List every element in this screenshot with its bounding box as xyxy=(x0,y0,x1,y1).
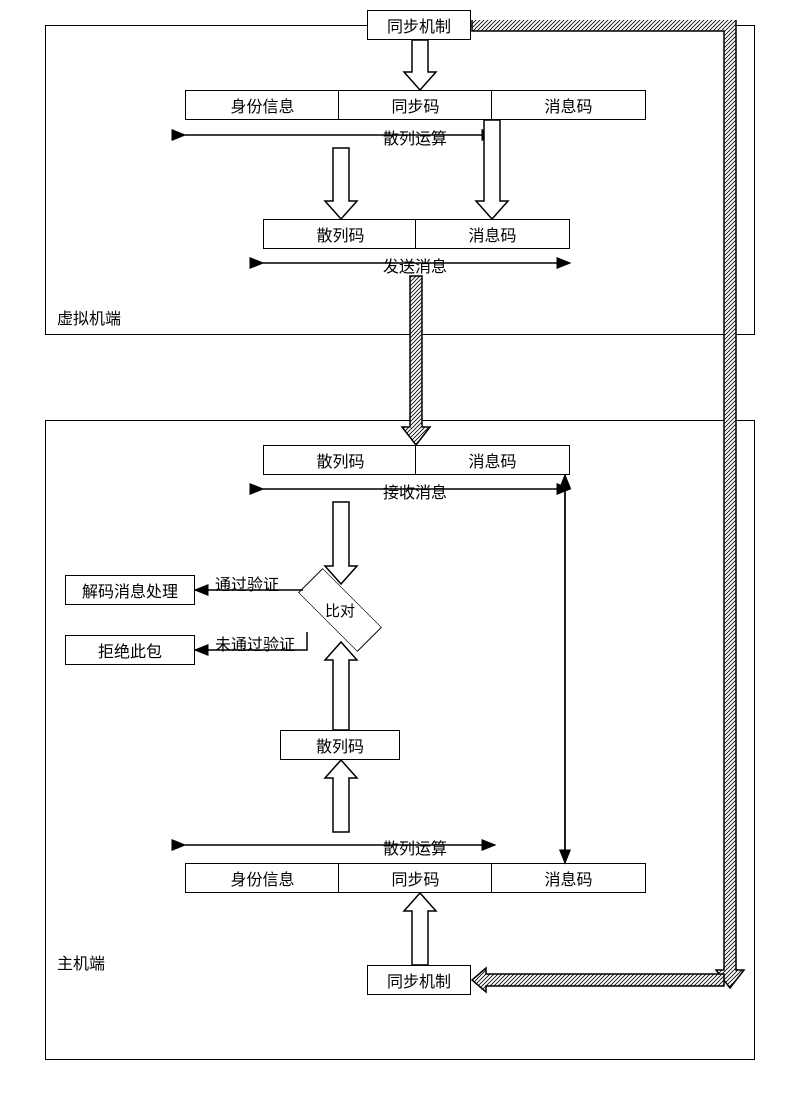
host-hash-op-label: 散列运算 xyxy=(383,835,447,859)
vm-message-code: 消息码 xyxy=(491,90,646,120)
diagram-canvas: 同步机制 身份信息 同步码 消息码 散列运算 散列码 消息码 发送消息 虚拟机端… xyxy=(20,20,780,1082)
host-message-code: 消息码 xyxy=(415,445,570,475)
vm-message-code2: 消息码 xyxy=(415,219,570,249)
host-message-code2: 消息码 xyxy=(491,863,646,893)
host-decode-msg: 解码消息处理 xyxy=(65,575,195,605)
vm-hash-op-label: 散列运算 xyxy=(383,125,447,149)
host-receive-message-label: 接收消息 xyxy=(383,479,447,503)
host-side-label: 主机端 xyxy=(57,950,105,974)
vm-identity-info: 身份信息 xyxy=(185,90,340,120)
vm-send-message-label: 发送消息 xyxy=(383,253,447,277)
host-identity-info: 身份信息 xyxy=(185,863,340,893)
host-container xyxy=(45,420,755,1060)
host-sync-code2: 同步码 xyxy=(338,863,493,893)
vm-sync-code: 同步码 xyxy=(338,90,493,120)
vm-side-label: 虚拟机端 xyxy=(57,305,121,329)
host-fail-verify-label: 未通过验证 xyxy=(215,631,295,655)
host-pass-verify-label: 通过验证 xyxy=(215,571,279,595)
host-sync-mechanism: 同步机制 xyxy=(367,965,471,995)
host-hash-code: 散列码 xyxy=(263,445,418,475)
vm-container xyxy=(45,25,755,335)
host-compare-diamond: 比对 xyxy=(298,583,382,637)
vm-hash-code: 散列码 xyxy=(263,219,418,249)
host-hash-code2: 散列码 xyxy=(280,730,400,760)
host-reject-packet: 拒绝此包 xyxy=(65,635,195,665)
vm-sync-mechanism: 同步机制 xyxy=(367,10,471,40)
host-compare-label: 比对 xyxy=(298,583,382,637)
